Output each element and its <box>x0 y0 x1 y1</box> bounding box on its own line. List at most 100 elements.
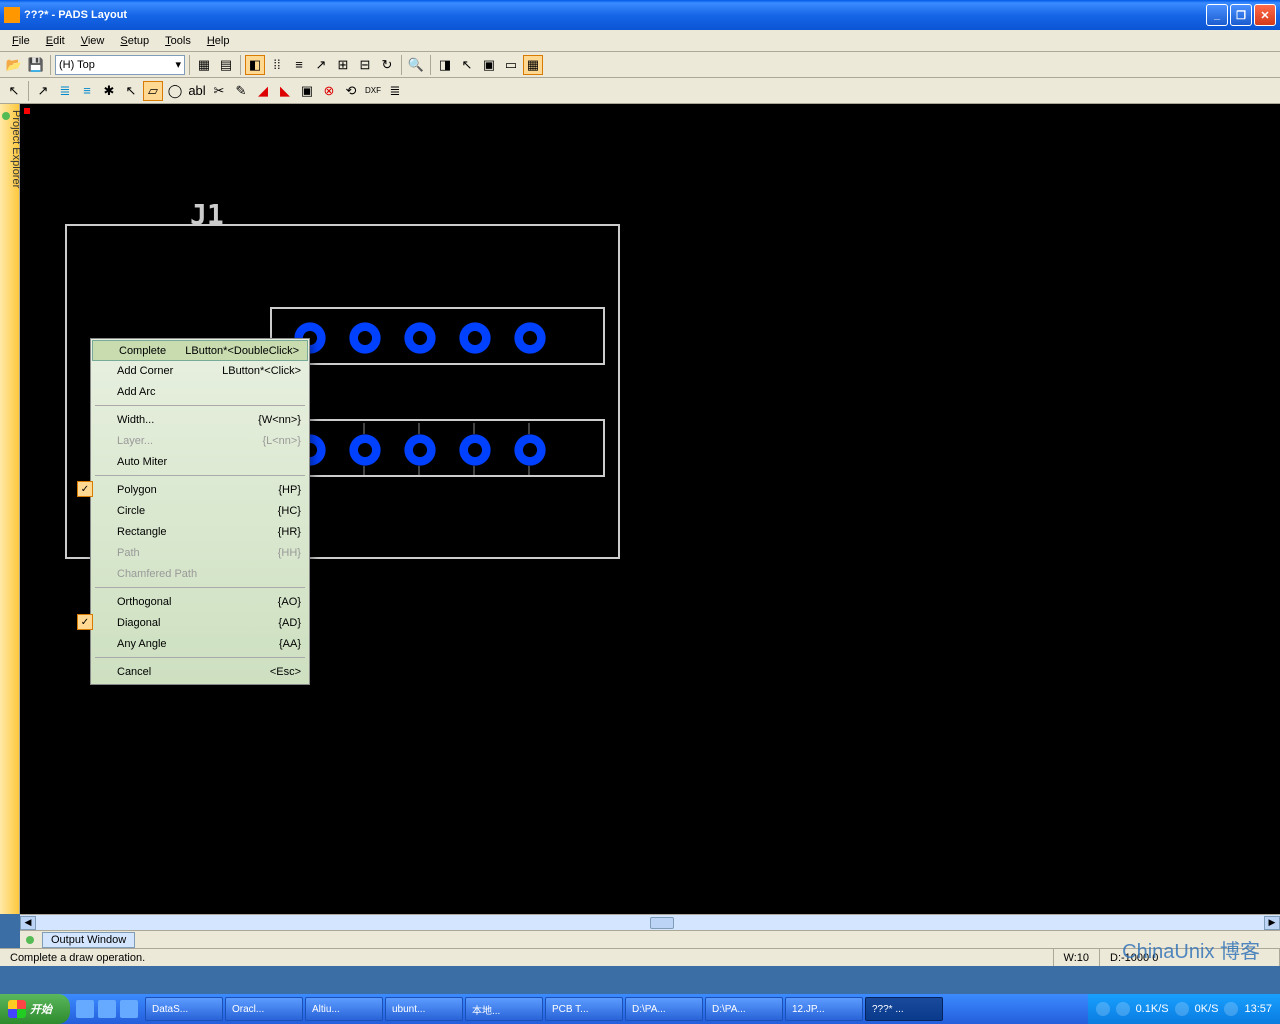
tray-icon[interactable] <box>1096 1002 1110 1016</box>
close-button[interactable]: ✕ <box>1254 4 1276 26</box>
output-window-tab[interactable]: Output Window <box>42 932 135 948</box>
tbtn-d13[interactable]: ⟲ <box>341 81 361 101</box>
ctx-add-arc[interactable]: Add Arc <box>91 381 309 402</box>
ctx-layer: Layer...{L<nn>} <box>91 430 309 451</box>
ctx-polygon[interactable]: ✓Polygon{HP} <box>91 479 309 500</box>
ctx-diagonal[interactable]: ✓Diagonal{AD} <box>91 612 309 633</box>
text-icon[interactable]: abl <box>187 81 207 101</box>
quick-launch-icon[interactable] <box>76 1000 94 1018</box>
scroll-left-icon[interactable]: ◀ <box>20 916 36 930</box>
pad <box>349 322 381 354</box>
pad-row-outline <box>270 419 605 477</box>
tbtn-5[interactable]: ≡ <box>289 55 309 75</box>
taskbar-item[interactable]: 12.JP... <box>785 997 863 1021</box>
ctx-circle[interactable]: Circle{HC} <box>91 500 309 521</box>
dxf-icon[interactable]: DXF <box>363 81 383 101</box>
taskbar-item[interactable]: Altiu... <box>305 997 383 1021</box>
tbtn-d12[interactable]: ⊗ <box>319 81 339 101</box>
maximize-button[interactable]: ❐ <box>1230 4 1252 26</box>
taskbar-item[interactable]: ubunt... <box>385 997 463 1021</box>
horizontal-scrollbar[interactable]: ◀ ▶ <box>20 914 1280 930</box>
status-bar: Complete a draw operation. W:10 D:-1000 … <box>0 948 1280 966</box>
tbtn-6[interactable]: ↗ <box>311 55 331 75</box>
ctx-auto-miter[interactable]: Auto Miter <box>91 451 309 472</box>
ctx-width[interactable]: Width...{W<nn>} <box>91 409 309 430</box>
minimize-button[interactable]: _ <box>1206 4 1228 26</box>
menu-tools[interactable]: Tools <box>157 32 199 50</box>
ctx-orthogonal[interactable]: Orthogonal{AO} <box>91 591 309 612</box>
tbtn-d3[interactable]: ≡ <box>77 81 97 101</box>
ctx-cancel[interactable]: Cancel<Esc> <box>91 661 309 682</box>
pad <box>514 434 546 466</box>
tbtn-10[interactable]: ◨ <box>435 55 455 75</box>
taskbar-item[interactable]: 本地... <box>465 997 543 1021</box>
start-button[interactable]: 开始 <box>0 994 70 1024</box>
taskbar-item[interactable]: D:\PA... <box>625 997 703 1021</box>
pad <box>404 322 436 354</box>
quick-launch-icon[interactable] <box>98 1000 116 1018</box>
menu-help[interactable]: Help <box>199 32 238 50</box>
tbtn-d6[interactable]: ◯ <box>165 81 185 101</box>
project-explorer-tab[interactable]: Project Explorer <box>0 104 20 914</box>
menu-edit[interactable]: Edit <box>38 32 73 50</box>
check-icon: ✓ <box>77 481 93 497</box>
tbtn-1[interactable]: ▦ <box>194 55 214 75</box>
select-icon[interactable]: ↖ <box>4 81 24 101</box>
shape-icon[interactable]: ▱ <box>143 81 163 101</box>
design-canvas[interactable]: J1 CompleteLButton*<DoubleClick> Add Cor… <box>20 104 1280 914</box>
output-window-bar: Output Window <box>20 930 1280 948</box>
scroll-thumb[interactable] <box>650 917 674 929</box>
tbtn-7[interactable]: ⊞ <box>333 55 353 75</box>
save-icon[interactable]: 💾 <box>26 55 46 75</box>
tray-icon[interactable] <box>1175 1002 1189 1016</box>
tbtn-d14[interactable]: ≣ <box>385 81 405 101</box>
open-icon[interactable]: 📂 <box>4 55 24 75</box>
tbtn-2[interactable]: ▤ <box>216 55 236 75</box>
tbtn-11[interactable]: ↖ <box>457 55 477 75</box>
tbtn-14[interactable]: ▦ <box>523 55 543 75</box>
tbtn-d4[interactable]: ✱ <box>99 81 119 101</box>
toolbar-drafting: ↖ ↗ ≣ ≡ ✱ ↖ ▱ ◯ abl ✂ ✎ ◢ ◣ ▣ ⊗ ⟲ DXF ≣ <box>0 78 1280 104</box>
pad <box>514 322 546 354</box>
menu-file[interactable]: File <box>4 32 38 50</box>
taskbar-item[interactable]: D:\PA... <box>705 997 783 1021</box>
tray-icon[interactable] <box>1224 1002 1238 1016</box>
layer-dropdown[interactable]: (H) Top▾ <box>55 55 185 75</box>
windows-logo-icon <box>8 1000 26 1018</box>
zoom-icon[interactable]: 🔍 <box>406 55 426 75</box>
taskbar-item[interactable]: ???* ... <box>865 997 943 1021</box>
tbtn-9[interactable]: ↻ <box>377 55 397 75</box>
status-width: W:10 <box>1054 949 1100 966</box>
taskbar-item[interactable]: PCB T... <box>545 997 623 1021</box>
tbtn-3[interactable]: ◧ <box>245 55 265 75</box>
tray-icon[interactable] <box>1116 1002 1130 1016</box>
tbtn-d2[interactable]: ≣ <box>55 81 75 101</box>
tbtn-d7[interactable]: ✂ <box>209 81 229 101</box>
tbtn-13[interactable]: ▭ <box>501 55 521 75</box>
tbtn-12[interactable]: ▣ <box>479 55 499 75</box>
tbtn-d10[interactable]: ◣ <box>275 81 295 101</box>
menu-bar: File Edit View Setup Tools Help <box>0 30 1280 52</box>
quick-launch-icon[interactable] <box>120 1000 138 1018</box>
tbtn-d9[interactable]: ◢ <box>253 81 273 101</box>
menu-setup[interactable]: Setup <box>112 32 157 50</box>
scroll-right-icon[interactable]: ▶ <box>1264 916 1280 930</box>
tbtn-d1[interactable]: ↗ <box>33 81 53 101</box>
window-title: ???* - PADS Layout <box>24 9 1204 21</box>
tbtn-d11[interactable]: ▣ <box>297 81 317 101</box>
system-tray: 0.1K/S 0K/S 13:57 <box>1088 994 1280 1024</box>
taskbar-item[interactable]: Oracl... <box>225 997 303 1021</box>
tbtn-d8[interactable]: ✎ <box>231 81 251 101</box>
taskbar-item[interactable]: DataS... <box>145 997 223 1021</box>
ctx-rectangle[interactable]: Rectangle{HR} <box>91 521 309 542</box>
pad <box>404 434 436 466</box>
ctx-add-corner[interactable]: Add CornerLButton*<Click> <box>91 360 309 381</box>
ctx-any-angle[interactable]: Any Angle{AA} <box>91 633 309 654</box>
menu-view[interactable]: View <box>73 32 113 50</box>
tbtn-4[interactable]: ⁞⁞ <box>267 55 287 75</box>
ctx-complete[interactable]: CompleteLButton*<DoubleClick> <box>92 340 308 361</box>
workspace: Project Explorer J1 CompleteLButton*<Dou… <box>0 104 1280 914</box>
tbtn-8[interactable]: ⊟ <box>355 55 375 75</box>
tbtn-d5[interactable]: ↖ <box>121 81 141 101</box>
clock: 13:57 <box>1244 1003 1272 1015</box>
